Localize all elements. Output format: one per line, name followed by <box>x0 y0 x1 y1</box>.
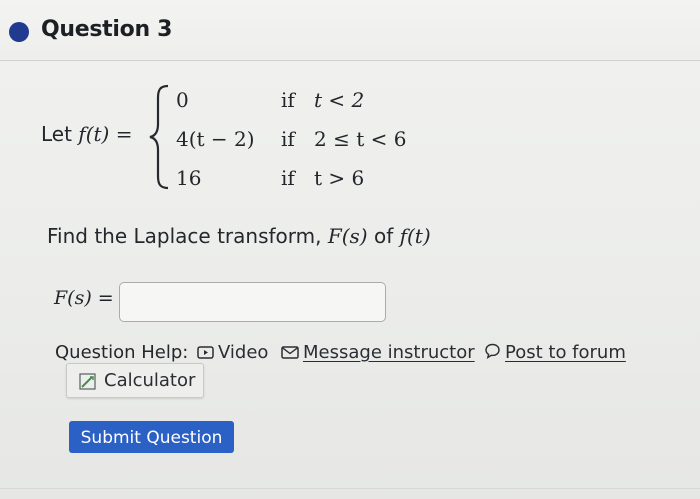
prompt-of: of <box>373 224 394 248</box>
prompt-text: Find the Laplace transform, <box>47 224 322 248</box>
mail-icon <box>281 343 299 364</box>
video-link[interactable]: Video <box>197 342 268 364</box>
forum-icon <box>484 343 501 364</box>
submit-question-button[interactable]: Submit Question <box>69 421 234 453</box>
case-1-value: 0 <box>176 88 189 112</box>
question-prompt: Find the Laplace transform, F(s) of f(t) <box>47 224 431 248</box>
answer-input[interactable] <box>119 282 386 322</box>
answer-label-eq: = <box>91 287 114 309</box>
case-3-condition: t > 6 <box>314 166 365 190</box>
question-help-label: Question Help: <box>55 342 189 363</box>
case-3-if: if <box>281 166 295 190</box>
video-link-label: Video <box>218 342 269 363</box>
case-1-condition: t < 2 <box>314 88 365 112</box>
question-status-dot <box>9 22 29 42</box>
calculator-label: Calculator <box>104 370 196 391</box>
question-card: Question 3 Let f(t) = 0 if t < 2 4(t − 2… <box>0 0 700 499</box>
question-header: Question 3 <box>0 0 700 61</box>
function-label: Let f(t) = <box>41 122 132 146</box>
question-title: Question 3 <box>41 17 173 42</box>
answer-label-math: F(s) <box>54 287 92 309</box>
case-1-if: if <box>281 88 295 112</box>
left-brace <box>149 84 169 190</box>
case-2-if: if <box>281 127 295 151</box>
message-instructor-link[interactable]: Message instructor <box>281 342 475 364</box>
prompt-ft: f(t) <box>399 224 431 248</box>
case-3-value: 16 <box>176 166 202 190</box>
calculator-button[interactable]: Calculator <box>66 363 204 398</box>
prompt-Fs: F(s) <box>327 224 368 248</box>
post-to-forum-link[interactable]: Post to forum <box>484 342 626 364</box>
video-icon <box>197 343 214 364</box>
case-2-value: 4(t − 2) <box>176 127 255 151</box>
calculator-icon <box>79 373 96 394</box>
message-instructor-label: Message instructor <box>303 342 475 363</box>
case-2-condition: 2 ≤ t < 6 <box>314 127 407 151</box>
post-to-forum-label: Post to forum <box>505 342 626 363</box>
let-text: Let <box>41 122 72 146</box>
bottom-divider <box>0 488 700 489</box>
function-name: f(t) = <box>78 122 133 146</box>
answer-label: F(s) = <box>54 287 114 309</box>
